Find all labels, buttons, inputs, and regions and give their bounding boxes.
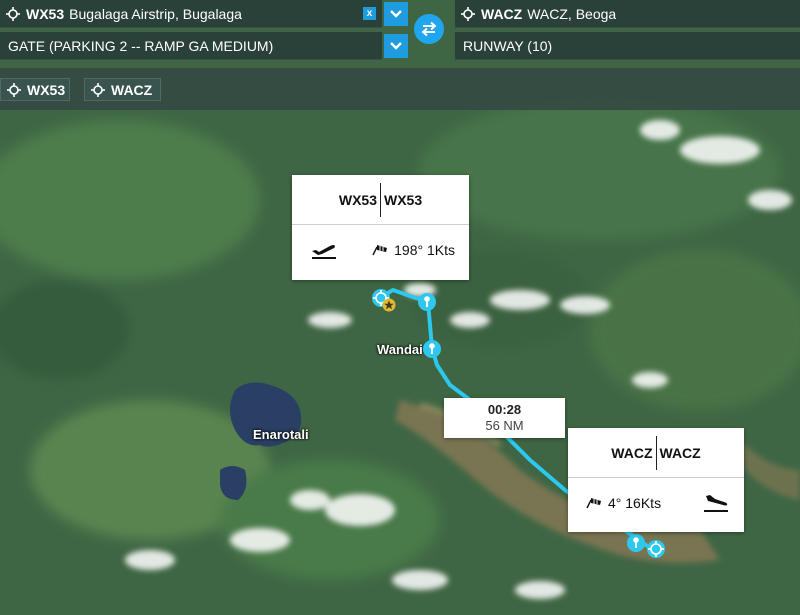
popup-ident-left: WACZ <box>611 444 653 461</box>
divider <box>380 182 381 217</box>
takeoff-icon <box>312 244 336 259</box>
route-waypoint-marker[interactable] <box>417 292 437 312</box>
waypoint-icon <box>461 6 475 21</box>
star-icon <box>382 298 396 312</box>
divider <box>655 435 657 470</box>
map-label-enarotali: Enarotali <box>253 427 309 442</box>
swap-arrows-icon <box>421 21 437 37</box>
popup-title-row: WX53 WX53 <box>292 175 469 225</box>
arrival-code: WACZ <box>481 5 523 22</box>
popup-info-row: 4° 16Kts <box>568 478 744 527</box>
arrival-airport-field[interactable]: WACZ WACZ, Beoga <box>455 0 800 28</box>
gate-dropdown-button[interactable] <box>384 34 408 58</box>
clear-departure-button[interactable]: x <box>363 7 376 20</box>
popup-ident-right: WX53 <box>384 191 423 208</box>
chevron-down-icon <box>390 10 402 18</box>
departure-dropdown-button[interactable] <box>384 2 408 26</box>
waypoint-icon <box>6 6 20 21</box>
landing-icon <box>704 494 728 512</box>
waypoint-chip-wacz[interactable]: WACZ <box>84 78 161 101</box>
waypoint-icon <box>91 82 105 97</box>
map-label-wandai: Wandai <box>377 342 423 357</box>
leg-time: 00:28 <box>487 402 522 417</box>
leg-distance: 56 NM <box>485 418 524 433</box>
popup-info-row: 198° 1Kts <box>292 225 469 274</box>
arrival-airport-marker[interactable] <box>645 538 667 560</box>
wind-value: 4° 16Kts <box>608 494 662 511</box>
chevron-down-icon <box>390 42 402 50</box>
route-waypoint-marker[interactable] <box>626 533 646 553</box>
leg-info-box: 00:28 56 NM <box>444 398 565 438</box>
departure-airport-popup[interactable]: WX53 WX53 198° 1Kts <box>292 175 469 280</box>
departure-name: Bugalaga Airstrip, Bugalaga <box>69 5 242 22</box>
arrival-name: WACZ, Beoga <box>527 5 617 22</box>
wind-info: 4° 16Kts <box>586 495 661 511</box>
route-waypoint-marker[interactable] <box>422 339 442 359</box>
wind-value: 198° 1Kts <box>394 241 455 258</box>
windsock-icon <box>372 244 388 255</box>
popup-ident-left: WX53 <box>338 191 377 208</box>
waypoint-icon <box>7 82 21 97</box>
gate-value: GATE (PARKING 2 -- RAMP GA MEDIUM) <box>8 37 274 54</box>
waypoint-chip-label: WACZ <box>111 81 153 98</box>
waypoint-strip: WX53 WACZ <box>0 68 800 110</box>
popup-title-row: WACZ WACZ <box>568 428 744 478</box>
departure-airport-field[interactable]: WX53 Bugalaga Airstrip, Bugalaga <box>0 0 382 28</box>
waypoint-chip-label: WX53 <box>27 81 66 98</box>
departure-gate-select[interactable]: GATE (PARKING 2 -- RAMP GA MEDIUM) <box>0 32 382 60</box>
arrival-airport-popup[interactable]: WACZ WACZ 4° 16Kts <box>568 428 744 532</box>
waypoint-chip-wx53[interactable]: WX53 <box>0 78 70 101</box>
windsock-icon <box>586 497 601 508</box>
runway-value: RUNWAY (10) <box>463 37 553 54</box>
popup-ident-right: WACZ <box>659 444 701 461</box>
arrival-runway-select[interactable]: RUNWAY (10) <box>455 32 800 60</box>
wind-info: 198° 1Kts <box>372 242 455 258</box>
departure-code: WX53 <box>26 5 65 22</box>
swap-airports-button[interactable] <box>414 14 444 44</box>
